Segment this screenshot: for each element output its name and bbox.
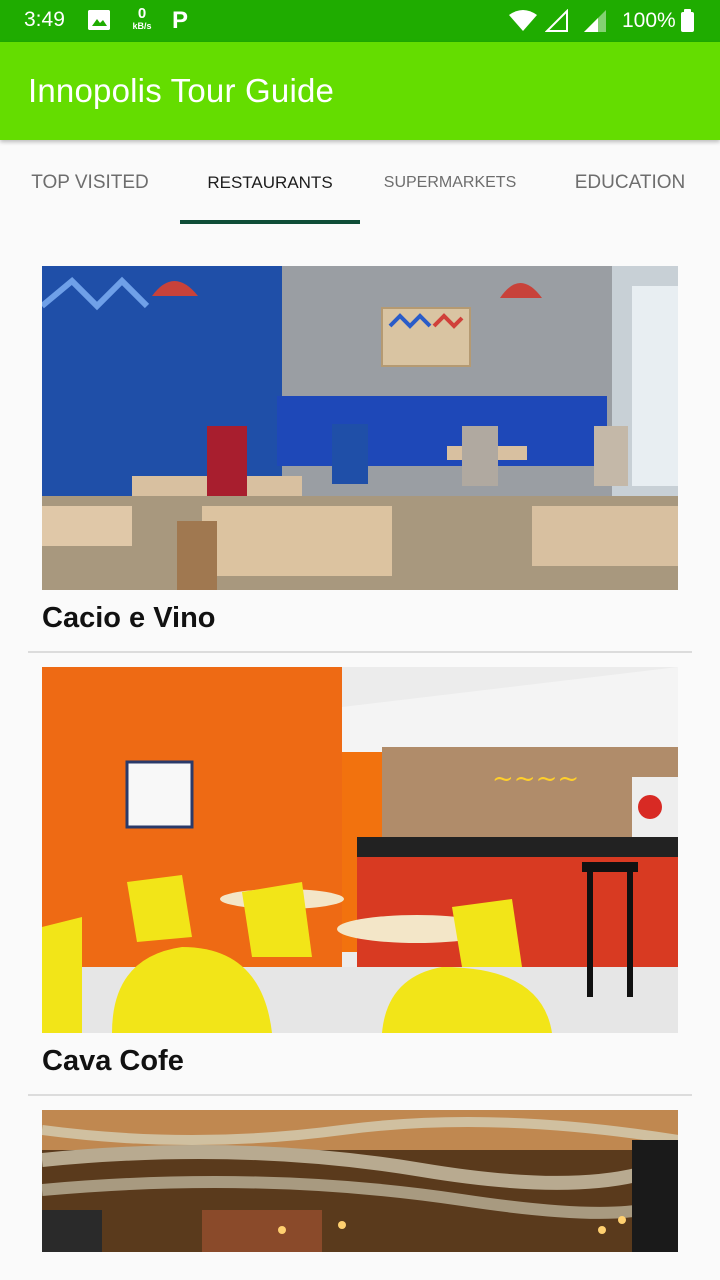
tab-supermarkets[interactable]: Supermarkets xyxy=(360,140,540,226)
tab-top-visited[interactable]: Top Visited xyxy=(0,140,180,226)
restaurant-photo xyxy=(42,1110,678,1252)
battery-percent: 100% xyxy=(622,9,676,32)
network-speed-value: 0 xyxy=(137,5,147,22)
network-speed-unit: kB/s xyxy=(132,21,152,31)
gallery-icon xyxy=(88,10,110,30)
network-speed: 0 kB/s xyxy=(130,6,154,31)
svg-text:~~~~: ~~~~ xyxy=(492,764,579,794)
restaurant-list[interactable]: Cacio e Vino ~~~~ Cava Cofe xyxy=(0,226,720,1280)
list-item[interactable]: ~~~~ Cava Cofe xyxy=(28,667,692,1097)
restaurant-name: Cava Cofe xyxy=(42,1045,184,1077)
status-bar: 3:49 0 kB/s P 100% xyxy=(0,0,720,42)
app-bar: Innopolis Tour Guide xyxy=(0,42,720,140)
divider xyxy=(28,1094,692,1096)
app-title: Innopolis Tour Guide xyxy=(28,72,335,109)
restaurant-photo xyxy=(42,266,678,590)
parking-app-icon: P xyxy=(172,7,189,34)
divider xyxy=(28,651,692,653)
tab-indicator xyxy=(180,220,360,224)
status-time: 3:49 xyxy=(24,8,65,31)
list-item[interactable] xyxy=(28,1110,692,1270)
signal-strength-icon xyxy=(582,9,608,38)
list-item[interactable]: Cacio e Vino xyxy=(28,266,692,654)
wifi-icon xyxy=(508,9,538,38)
tab-education[interactable]: Education xyxy=(540,140,720,226)
battery-icon xyxy=(681,9,694,32)
tab-bar: Top Visited Restaurants Supermarkets Edu… xyxy=(0,140,720,226)
tab-restaurants[interactable]: Restaurants xyxy=(180,140,360,226)
restaurant-name: Cacio e Vino xyxy=(42,602,216,634)
signal-icon xyxy=(544,8,569,38)
restaurant-photo: ~~~~ xyxy=(42,667,678,1033)
